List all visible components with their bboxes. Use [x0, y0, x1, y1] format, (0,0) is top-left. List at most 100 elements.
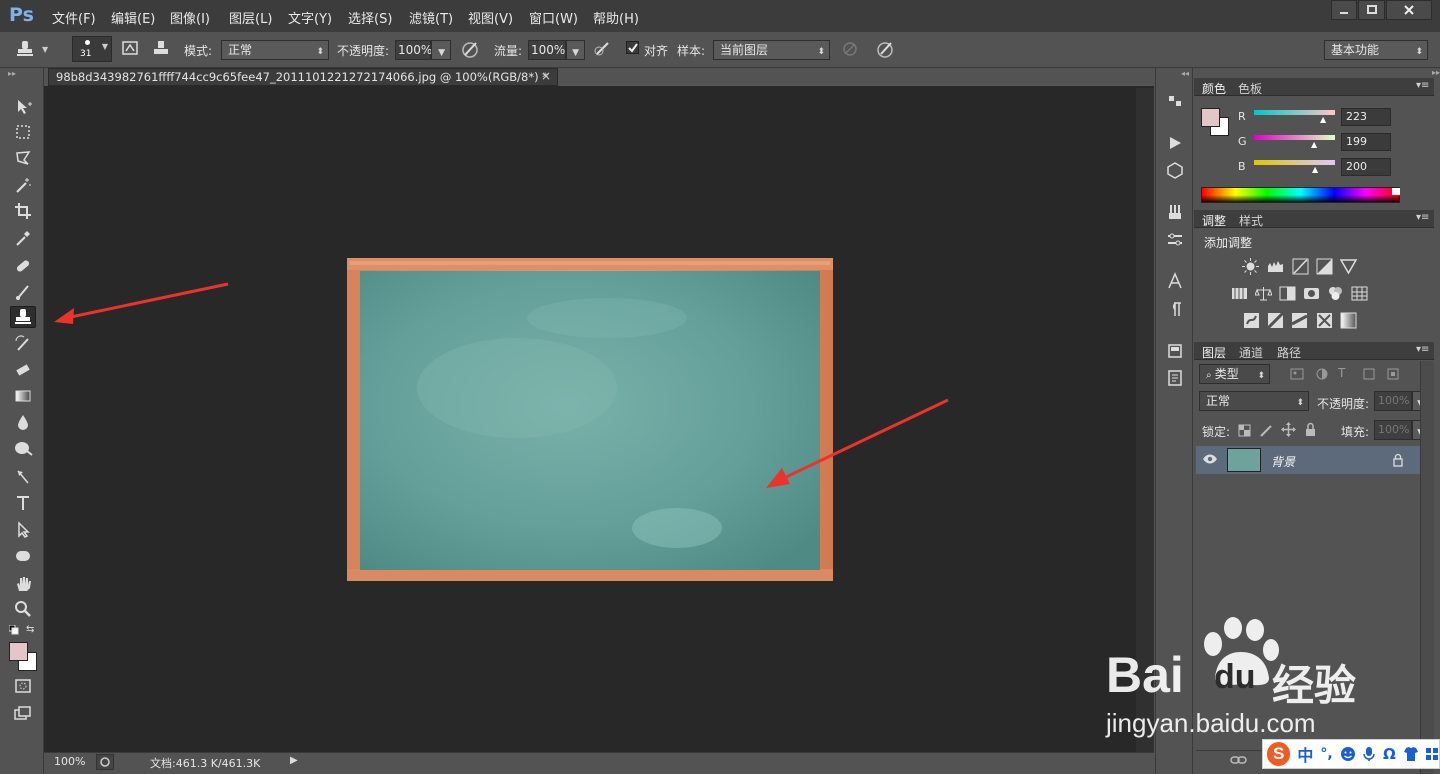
panel-menu-icon[interactable]: ▾≡: [1416, 344, 1429, 355]
blend-mode-select[interactable]: 正常 ⬍: [1199, 391, 1309, 411]
filter-adjustment-icon[interactable]: [1315, 367, 1329, 381]
gradient-map-icon[interactable]: [1340, 312, 1357, 329]
menu-window[interactable]: 窗口(W): [529, 8, 578, 27]
channel-b-slider[interactable]: [1254, 160, 1335, 165]
tab-adjustments[interactable]: 调整: [1202, 212, 1226, 229]
gradient-tool-icon[interactable]: [10, 385, 36, 407]
lasso-tool-icon[interactable]: [10, 147, 36, 169]
brush-presets-panel-icon[interactable]: [1164, 201, 1186, 223]
pen-tool-icon[interactable]: [10, 466, 36, 488]
filter-smart-object-icon[interactable]: [1386, 367, 1400, 381]
healing-brush-tool-icon[interactable]: [10, 255, 36, 277]
brush-tool-icon[interactable]: [10, 281, 36, 303]
menu-view[interactable]: 视图(V): [468, 8, 513, 27]
black-white-icon[interactable]: [1279, 285, 1296, 302]
skin-tshirt-icon[interactable]: [1403, 746, 1419, 762]
microphone-icon[interactable]: [1362, 746, 1376, 762]
status-info-icon[interactable]: [96, 754, 114, 770]
tab-styles[interactable]: 样式: [1239, 212, 1263, 229]
emoji-icon[interactable]: [1340, 746, 1356, 762]
crop-tool-icon[interactable]: [10, 200, 36, 222]
punctuation-icon[interactable]: °,: [1320, 746, 1332, 762]
eraser-tool-icon[interactable]: [10, 359, 36, 381]
clone-source-panel-icon[interactable]: [151, 39, 171, 57]
sample-select[interactable]: 当前图层 ⬍: [713, 40, 830, 60]
default-colors-icon[interactable]: [9, 625, 19, 635]
flow-input[interactable]: 100%: [528, 40, 566, 60]
threshold-icon[interactable]: [1291, 312, 1308, 329]
special-symbols-icon[interactable]: Ω: [1383, 745, 1396, 763]
panel-menu-icon[interactable]: ▾≡: [1416, 80, 1429, 91]
clone-source-panel-icon[interactable]: [1164, 229, 1186, 251]
fill-input[interactable]: 100%: [1374, 420, 1412, 440]
paragraph-panel-icon[interactable]: [1164, 298, 1186, 320]
hand-tool-icon[interactable]: [10, 573, 36, 595]
color-balance-icon[interactable]: [1255, 285, 1272, 302]
filter-pixel-icon[interactable]: [1290, 367, 1304, 381]
layer-filter-type-select[interactable]: ⌕ 类型 ⬍: [1199, 364, 1270, 384]
mode-select[interactable]: 正常 ⬍: [221, 40, 329, 60]
ime-mode[interactable]: 中: [1297, 742, 1313, 766]
menu-type[interactable]: 文字(Y): [288, 8, 332, 27]
status-menu-arrow-icon[interactable]: ▶: [290, 755, 298, 766]
notes-panel-icon[interactable]: [1164, 367, 1186, 389]
path-selection-tool-icon[interactable]: [10, 519, 36, 541]
toolbox-grid-icon[interactable]: [1425, 746, 1439, 762]
sogou-logo-icon[interactable]: S: [1267, 742, 1291, 766]
clone-stamp-tool-icon[interactable]: [10, 306, 36, 328]
zoom-level[interactable]: 100%: [54, 755, 85, 768]
brush-size-picker[interactable]: 31 ▼: [72, 36, 112, 62]
tab-channels[interactable]: 通道: [1239, 344, 1263, 361]
airbrush-icon[interactable]: [593, 39, 613, 59]
slider-thumb-icon[interactable]: ▲: [1311, 140, 1317, 149]
actions-panel-icon[interactable]: [1164, 132, 1186, 154]
layer-comps-panel-icon[interactable]: [1164, 340, 1186, 362]
foreground-color-swatch[interactable]: [9, 642, 28, 661]
channel-mixer-icon[interactable]: [1327, 285, 1344, 302]
zoom-tool-icon[interactable]: [10, 598, 36, 620]
lock-position-icon[interactable]: [1281, 422, 1296, 437]
color-spectrum-bar[interactable]: [1201, 187, 1400, 203]
panel-menu-icon[interactable]: ▾≡: [1416, 212, 1429, 223]
visibility-eye-icon[interactable]: [1202, 453, 1218, 465]
opacity-dropdown-button[interactable]: ▼: [431, 40, 451, 60]
filter-shape-icon[interactable]: [1362, 367, 1376, 381]
tab-color[interactable]: 颜色: [1202, 80, 1226, 97]
screen-mode-icon[interactable]: [10, 702, 36, 724]
aligned-checkbox[interactable]: [626, 41, 639, 54]
pressure-size-icon[interactable]: [875, 39, 895, 59]
eyedropper-tool-icon[interactable]: [10, 227, 36, 249]
history-brush-tool-icon[interactable]: [10, 333, 36, 355]
layer-name[interactable]: 背景: [1271, 453, 1295, 470]
close-tab-icon[interactable]: ×: [541, 69, 551, 83]
collapse-panels-icon[interactable]: ▸▸: [1432, 68, 1440, 77]
filter-type-icon[interactable]: T: [1338, 366, 1345, 380]
exposure-icon[interactable]: [1316, 258, 1333, 275]
curves-icon[interactable]: [1292, 258, 1309, 275]
marquee-tool-icon[interactable]: [10, 121, 36, 143]
menu-layer[interactable]: 图层(L): [229, 8, 272, 27]
opacity-input[interactable]: 100%: [395, 40, 432, 60]
slider-thumb-icon[interactable]: ▲: [1312, 165, 1318, 174]
slider-thumb-icon[interactable]: ▲: [1320, 115, 1326, 124]
menu-file[interactable]: 文件(F): [52, 8, 96, 27]
invert-icon[interactable]: [1243, 312, 1260, 329]
tool-preset-picker[interactable]: ▼: [14, 37, 60, 61]
brightness-contrast-icon[interactable]: [1242, 258, 1259, 275]
tab-paths[interactable]: 路径: [1277, 344, 1301, 361]
menu-image[interactable]: 图像(I): [170, 8, 210, 27]
ignore-adjustment-layers-icon[interactable]: [841, 40, 859, 58]
channel-g-slider[interactable]: [1254, 135, 1335, 140]
menu-filter[interactable]: 滤镜(T): [409, 8, 453, 27]
channel-g-input[interactable]: 199: [1341, 133, 1391, 151]
collapse-toolbar-icon[interactable]: ▸▸: [8, 69, 16, 78]
shape-tool-icon[interactable]: [10, 545, 36, 567]
swap-colors-icon[interactable]: ⇆: [26, 624, 34, 635]
maximize-button[interactable]: [1358, 0, 1385, 20]
magic-wand-tool-icon[interactable]: [10, 174, 36, 196]
pressure-opacity-icon[interactable]: [460, 39, 480, 59]
tab-layers[interactable]: 图层: [1202, 344, 1226, 361]
close-window-button[interactable]: [1386, 0, 1432, 20]
layers-scrollbar[interactable]: [1420, 361, 1434, 774]
dodge-tool-icon[interactable]: [10, 437, 36, 459]
